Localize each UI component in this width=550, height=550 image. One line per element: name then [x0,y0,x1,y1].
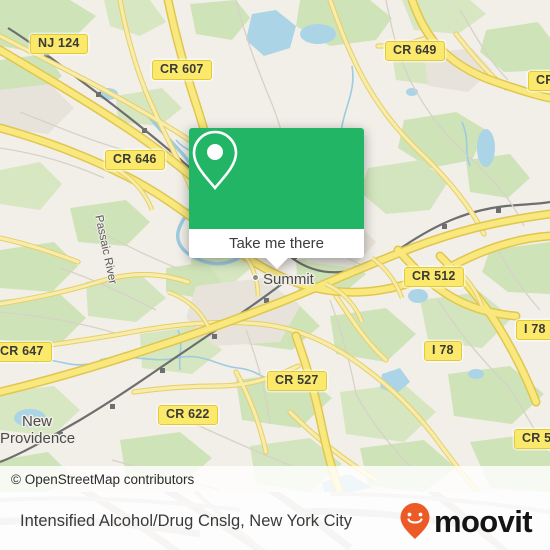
bottom-info-bar: Intensified Alcohol/Drug Cnslg, New York… [0,492,550,550]
moovit-wordmark: moovit [433,503,533,539]
road-shield-nj-124[interactable]: NJ 124 [30,34,88,54]
moovit-pin-icon [400,503,430,539]
road-shield-cr-622[interactable]: CR 622 [158,405,218,425]
map-canvas[interactable]: NJ 124 CR 607 CR 649 CR CR 646 CR 512 I … [0,0,550,492]
road-shield-cr-647[interactable]: CR 647 [0,342,52,362]
moovit-map-screenshot: NJ 124 CR 607 CR 649 CR CR 646 CR 512 I … [0,0,550,550]
location-popup-card[interactable]: Take me there [189,128,364,269]
road-shield-cr-edge-right[interactable]: CR [528,71,550,91]
location-title: Intensified Alcohol/Drug Cnslg, New York… [20,511,352,530]
place-label-providence: Providence [0,430,76,447]
road-shield-i-78-right[interactable]: I 78 [516,320,550,340]
road-shield-cr-512[interactable]: CR 512 [404,267,464,287]
road-shield-i-78-center[interactable]: I 78 [424,341,462,361]
popup-header [189,128,364,229]
map-pin-icon [192,130,238,191]
road-shield-cr-57[interactable]: CR 57 [514,429,550,449]
road-shield-cr-607[interactable]: CR 607 [152,60,212,80]
town-marker-summit [252,274,259,281]
road-shield-cr-646[interactable]: CR 646 [105,150,165,170]
road-shield-cr-649[interactable]: CR 649 [385,41,445,61]
place-label-summit: Summit [263,271,314,288]
moovit-logo[interactable]: moovit [399,502,533,540]
popup-tail-pointer [265,258,288,269]
take-me-there-button[interactable]: Take me there [189,229,364,258]
attribution-text: © OpenStreetMap contributors [11,471,195,487]
road-shield-cr-527[interactable]: CR 527 [267,371,327,391]
map-attribution: © OpenStreetMap contributors [0,466,550,492]
place-label-new: New [22,413,53,430]
